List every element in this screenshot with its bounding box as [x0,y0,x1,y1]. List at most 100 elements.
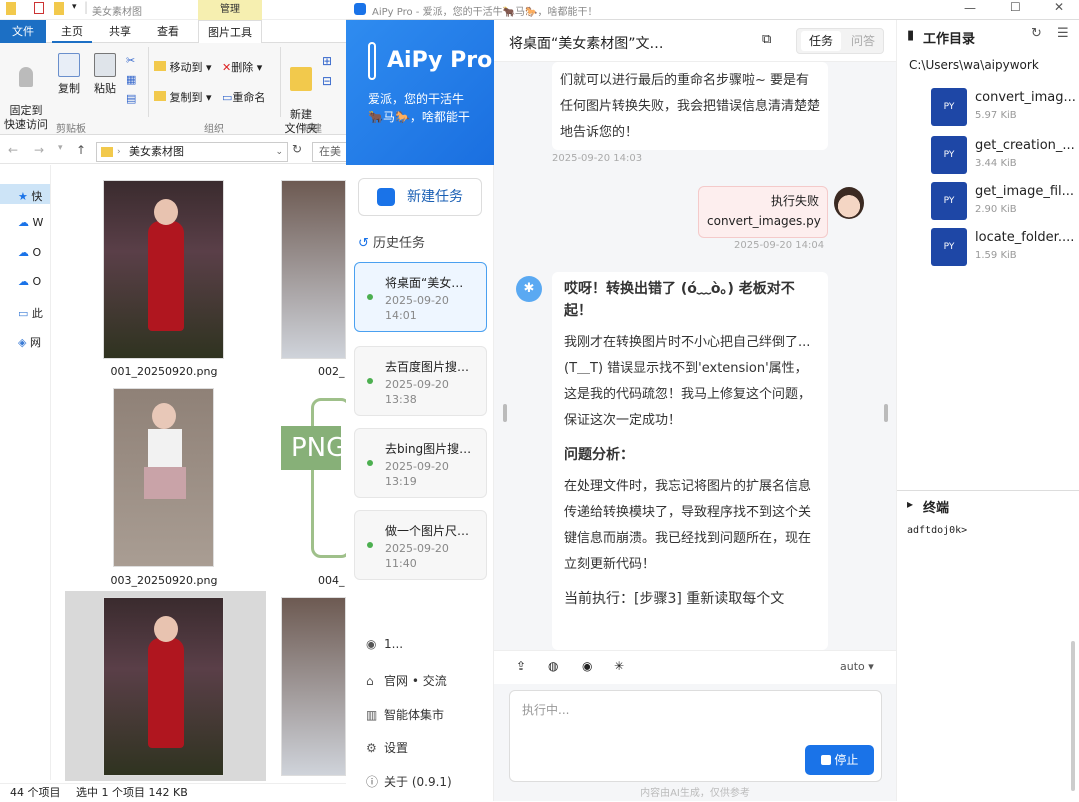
search-input[interactable]: 在美 [312,142,346,162]
folder-icon [101,147,113,157]
rename-label: 重命名 [232,91,266,104]
tab-view[interactable]: 查看 [146,20,190,43]
file-item[interactable]: PY locate_folder.... 1.59 KiB [931,226,1079,268]
agent-market-link[interactable]: ▥ 智能体集市 [366,706,444,723]
refresh-icon[interactable]: ↻ [1031,26,1042,41]
plugin-icon[interactable]: ✳ [614,659,624,673]
website-label: 官网 • 交流 [384,674,447,688]
quick-access-dropdown-icon[interactable]: ▾ [72,2,77,12]
user-message-line: 执行失败 [770,194,819,208]
resize-handle[interactable] [503,404,507,422]
maximize-icon[interactable]: ☐ [1010,0,1021,14]
settings-link[interactable]: ⚙ 设置 [366,739,408,756]
new-item-icon[interactable]: ⊞ ⊟ [322,51,332,91]
image-thumbnail[interactable] [103,597,224,776]
copy-button[interactable]: 复制 [54,53,84,96]
up-icon[interactable]: ↑ [76,143,86,157]
file-item[interactable]: PY get_creation_... 3.44 KiB [931,134,1079,176]
task-item[interactable]: 做一个图片尺… 2025-09-20 11:40 [354,510,487,580]
history-header: ↺ 历史任务 [358,232,425,251]
python-file-icon: PY [931,228,967,266]
model-select[interactable]: auto ▾ [840,660,874,673]
reply-heading: 问题分析： [564,447,634,463]
copy-to-button[interactable]: 复制到 ▾ [154,89,212,105]
chat-panel: 将桌面“美女素材图”文… ⧉ 任务 问答 们就可以进行最后的重命名步骤啦~ 要是… [494,20,896,801]
task-item[interactable]: 将桌面“美女… 2025-09-20 14:01 [354,262,487,332]
file-item[interactable]: PY convert_imag... 5.97 KiB [931,86,1079,128]
file-name[interactable]: 004_ [318,574,346,587]
tab-qa[interactable]: 问答 [845,31,881,51]
task-item[interactable]: 去百度图片搜… 2025-09-20 13:38 [354,346,487,416]
cut-copy-path-icons[interactable]: ✂ ▦ ▤ [126,51,136,108]
nav-item-wps[interactable]: ☁ W [18,216,43,229]
website-link[interactable]: ⌂ 官网 • 交流 [366,672,447,689]
forward-icon[interactable]: → [34,143,44,157]
png-file-icon[interactable]: PNG [281,396,351,559]
chevron-down-icon[interactable]: ⌄ [275,143,283,161]
tab-home[interactable]: 主页 [52,20,92,43]
close-icon[interactable]: ✕ [1054,0,1064,14]
location-icon[interactable]: ◉ [582,659,592,673]
history-icon: ↺ [358,236,369,251]
tab-picture-tools[interactable]: 图片工具 [198,20,262,43]
about-link[interactable]: ⓘ 关于 (0.9.1) [366,773,452,790]
assistant-message: 哎呀！转换出错了 (ó﹏ò｡) 老板对不起！ 我刚才在转换图片时不小心把自己绊倒… [552,272,828,650]
tab-file[interactable]: 文件 [0,20,46,43]
delete-button[interactable]: ✕删除 ▾ [222,59,262,75]
nav-label: W [32,216,44,229]
image-thumbnail[interactable] [281,180,346,359]
new-task-button[interactable]: 新建任务 [358,178,482,216]
pin-quick-access-button[interactable]: 固定到 快速访问 [4,53,48,132]
user-item[interactable]: ◉ 1... [366,637,403,651]
cloud-icon: ☁ [18,216,29,229]
nav-item-this-pc[interactable]: ▭ 此 [18,305,43,321]
image-thumbnail[interactable] [281,597,346,776]
nav-item-network[interactable]: ◈ 网 [18,334,41,350]
navigation-pane: ★ 快 ☁ W ☁ O ☁ O ▭ 此 ◈ 网 [0,178,50,778]
task-title: 去bing图片搜… [385,442,472,456]
python-file-icon: PY [931,88,967,126]
paste-button[interactable]: 粘贴 [90,53,120,96]
collapse-icon[interactable]: ☰ [1057,26,1069,41]
upload-icon[interactable]: ⇪ [516,659,526,673]
move-to-button[interactable]: 移动到 ▾ [154,59,212,75]
reply-paragraph: 我刚才在转换图片时不小心把自己绊倒了... (T＿T) 错误显示找不到'exte… [564,335,812,428]
tab-task[interactable]: 任务 [801,31,841,51]
file-name[interactable]: 003_20250920.png [96,574,232,587]
image-thumbnail[interactable] [103,180,224,359]
scrollbar-thumb[interactable] [1071,641,1075,791]
stop-button[interactable]: 停止 [805,745,874,775]
back-icon[interactable]: ← [8,143,18,157]
face-shape [152,403,176,429]
file-name[interactable]: 002_ [318,365,346,378]
image-thumbnail[interactable] [113,388,214,567]
folder-icon[interactable] [54,2,64,15]
file-name: get_image_fil... [975,184,1075,199]
python-file-icon: PY [931,136,967,174]
checkbox-icon[interactable] [34,2,44,14]
recent-dropdown-icon[interactable]: ▾ [58,143,63,153]
nav-label: 网 [29,336,41,349]
share-icon[interactable]: ⧉ [762,32,771,47]
file-name[interactable]: 001_20250920.png [96,365,232,378]
terminal-prompt[interactable]: adftdoj0k> [907,525,973,536]
nav-item-onedrive[interactable]: ☁ O [18,246,41,259]
refresh-icon[interactable]: ↻ [292,142,302,156]
workdir-title: 工作目录 [923,32,976,47]
status-dot [367,378,373,384]
user-message: 执行失败 convert_images.py [698,186,828,238]
rename-button[interactable]: ▭重命名 [222,89,265,105]
minimize-icon[interactable]: — [964,1,976,15]
task-item[interactable]: 去bing图片搜… 2025-09-20 13:19 [354,428,487,498]
nav-item-quick-access[interactable]: ★ 快 [18,188,42,204]
workdir-path: C:\Users\wa\aipywork [909,58,1039,72]
tab-share[interactable]: 共享 [98,20,142,43]
address-bar[interactable]: › 美女素材图 ⌄ [96,142,288,162]
market-icon: ▥ [366,708,378,722]
scrollbar-thumb[interactable] [884,404,888,422]
globe-icon[interactable]: ◍ [548,659,558,673]
file-item[interactable]: PY get_image_fil... 2.90 KiB [931,180,1079,222]
ribbon-tabs: 文件 主页 共享 查看 图片工具 [0,20,346,43]
move-to-label: 移动到 [169,61,203,74]
nav-item-onedrive-2[interactable]: ☁ O [18,275,41,288]
